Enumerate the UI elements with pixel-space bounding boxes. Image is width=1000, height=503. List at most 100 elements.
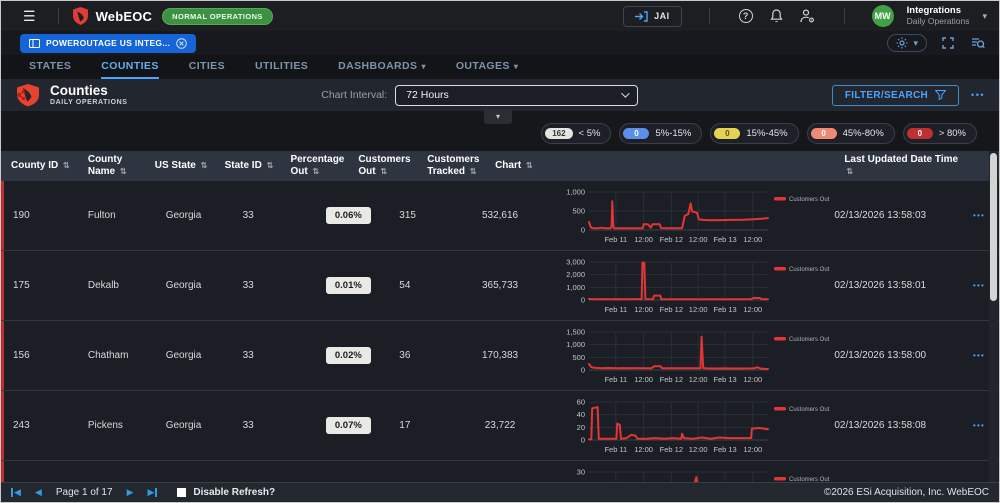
county-name: Chatham (78, 350, 156, 361)
scrollbar-thumb[interactable] (990, 153, 997, 301)
svg-text:Feb 13: Feb 13 (713, 375, 736, 384)
table-body: 190 Fulton Georgia 33 0.06% 315 532,616 … (1, 181, 999, 484)
help-icon[interactable]: ? (737, 7, 755, 25)
last-page-button[interactable]: ▶ (147, 487, 157, 498)
col-county-id[interactable]: County ID ⇅ (1, 160, 78, 173)
board-search-icon[interactable] (969, 34, 987, 52)
svg-text:12:00: 12:00 (743, 445, 762, 454)
sort-icon: ⇅ (63, 161, 70, 170)
gear-icon (896, 37, 908, 49)
board-icon (29, 39, 40, 48)
county-id: 156 (1, 350, 78, 361)
boards-bar: POWEROUTAGE US INTEG... ▾ (1, 31, 999, 55)
col-customers-tracked[interactable]: Customers Tracked ⇅ (417, 154, 485, 179)
row-more-actions-icon[interactable]: ••• (973, 211, 985, 220)
svg-text:0: 0 (581, 436, 585, 445)
filter-funnel-icon (935, 90, 946, 100)
jai-button[interactable]: JAI (623, 6, 682, 27)
copyright-text: ©2026 ESi Acquisition, Inc. WebEOC (824, 487, 989, 498)
tab-cities[interactable]: CITIES (189, 55, 225, 79)
table-row: 190 Fulton Georgia 33 0.06% 315 532,616 … (1, 181, 999, 251)
close-icon[interactable] (176, 38, 187, 49)
customers-tracked: 365,733 (455, 280, 545, 291)
col-customers-out[interactable]: Customers Out ⇅ (348, 154, 417, 179)
last-updated: 02/13/2026 13:58:08 (834, 420, 969, 431)
tab-outages[interactable]: OUTAGES▾ (456, 55, 518, 79)
fullscreen-icon[interactable] (939, 34, 957, 52)
row-status-stripe (1, 321, 4, 390)
table-row: 156 Chatham Georgia 33 0.02% 36 170,383 … (1, 321, 999, 391)
svg-text:40: 40 (577, 410, 585, 419)
percentage-out: 0.01% (309, 277, 387, 294)
vertical-scrollbar[interactable] (989, 151, 998, 484)
row-more-actions-icon[interactable]: ••• (973, 421, 985, 430)
filter-search-button[interactable]: FILTER/SEARCH (832, 85, 959, 106)
notifications-bell-icon[interactable] (768, 7, 786, 25)
customers-out: 54 (387, 280, 455, 291)
page-more-actions-icon[interactable]: ••• (971, 90, 985, 100)
chart-interval-select[interactable]: 72 Hours (395, 85, 638, 106)
board-tab-poweroutage[interactable]: POWEROUTAGE US INTEG... (20, 34, 196, 53)
row-more-actions-icon[interactable]: ••• (973, 351, 985, 360)
board-settings-button[interactable]: ▾ (887, 34, 927, 52)
chevron-down-icon: ▾ (514, 62, 518, 71)
disable-refresh-checkbox[interactable] (177, 488, 186, 497)
svg-text:30: 30 (577, 468, 585, 477)
svg-text:Feb 13: Feb 13 (713, 235, 736, 244)
page-title: Counties (50, 84, 128, 99)
percentage-badge: 0.02% (326, 347, 371, 364)
customers-tracked: 532,616 (455, 210, 545, 221)
svg-text:12:00: 12:00 (634, 445, 653, 454)
sort-icon: ⇅ (120, 167, 127, 176)
hamburger-menu-icon[interactable]: ☰ (15, 8, 44, 25)
sort-icon: ⇅ (380, 167, 387, 176)
user-avatar[interactable]: MW (872, 5, 894, 27)
first-page-button[interactable]: ◀ (11, 487, 21, 498)
board-tab-label: POWEROUTAGE US INTEG... (46, 38, 170, 48)
county-id: 190 (1, 210, 78, 221)
previous-page-button[interactable]: ◀ (35, 487, 42, 498)
row-more-actions-icon[interactable]: ••• (973, 281, 985, 290)
col-last-updated[interactable]: Last Updated Date Time ⇅ (834, 154, 969, 179)
tab-dashboards[interactable]: DASHBOARDS▾ (338, 55, 426, 79)
counties-board-logo-icon (15, 83, 41, 107)
row-status-stripe (1, 391, 4, 460)
svg-text:12:00: 12:00 (743, 235, 762, 244)
tab-utilities[interactable]: UTILITIES (255, 55, 308, 79)
legend-item-lt5: 162 < 5% (541, 123, 611, 144)
user-meta[interactable]: Integrations Daily Operations (907, 6, 970, 27)
svg-text:Feb 11: Feb 11 (604, 305, 627, 314)
user-settings-icon[interactable] (799, 7, 817, 25)
percentage-badge: 0.07% (326, 417, 371, 434)
chevron-down-icon: ▾ (913, 38, 918, 49)
col-us-state[interactable]: US State ⇅ (145, 160, 215, 173)
table-header: County ID ⇅ County Name ⇅ US State ⇅ Sta… (1, 151, 999, 181)
chevron-down-icon[interactable]: ▾ (982, 11, 987, 22)
next-page-button[interactable]: ▶ (127, 487, 134, 498)
col-percentage-out[interactable]: Percentage Out ⇅ (280, 154, 348, 179)
collapse-toggle[interactable]: ▾ (484, 109, 512, 124)
col-state-id[interactable]: State ID ⇅ (215, 160, 281, 173)
col-county-name[interactable]: County Name ⇅ (78, 154, 145, 179)
tab-counties[interactable]: COUNTIES (101, 55, 158, 79)
user-board: Daily Operations (907, 17, 970, 27)
svg-text:Feb 13: Feb 13 (713, 445, 736, 454)
tab-states[interactable]: STATES (29, 55, 71, 79)
last-updated: 02/13/2026 13:58:01 (834, 280, 969, 291)
col-chart[interactable]: Chart ⇅ (485, 160, 834, 173)
view-tabs: STATES COUNTIES CITIES UTILITIES DASHBOA… (1, 55, 999, 79)
mid-zone: ▾ 162 < 5% 0 5%-15% 0 15%-45% 0 45%-80% … (1, 111, 999, 151)
state-id: 33 (233, 210, 310, 221)
svg-text:1,000: 1,000 (566, 340, 585, 349)
topbar-actions: JAI ? MW Integrations Daily Operations ▾ (623, 5, 987, 27)
percentage-out: 0.07% (309, 417, 387, 434)
svg-text:1,500: 1,500 (566, 328, 585, 337)
svg-text:0: 0 (581, 366, 585, 375)
svg-text:12:00: 12:00 (634, 375, 653, 384)
chevron-down-icon (621, 89, 629, 97)
boards-bar-actions: ▾ (887, 34, 987, 52)
table-row-partial: Feb 1112:00Feb 1212:00Feb 1312:0030Custo… (1, 461, 999, 484)
legend-item-5-15: 0 5%-15% (619, 123, 702, 144)
percentage-out: 0.06% (309, 207, 387, 224)
footer-bar: ◀ ◀ Page 1 of 17 ▶ ▶ Disable Refresh? ©2… (1, 482, 999, 502)
